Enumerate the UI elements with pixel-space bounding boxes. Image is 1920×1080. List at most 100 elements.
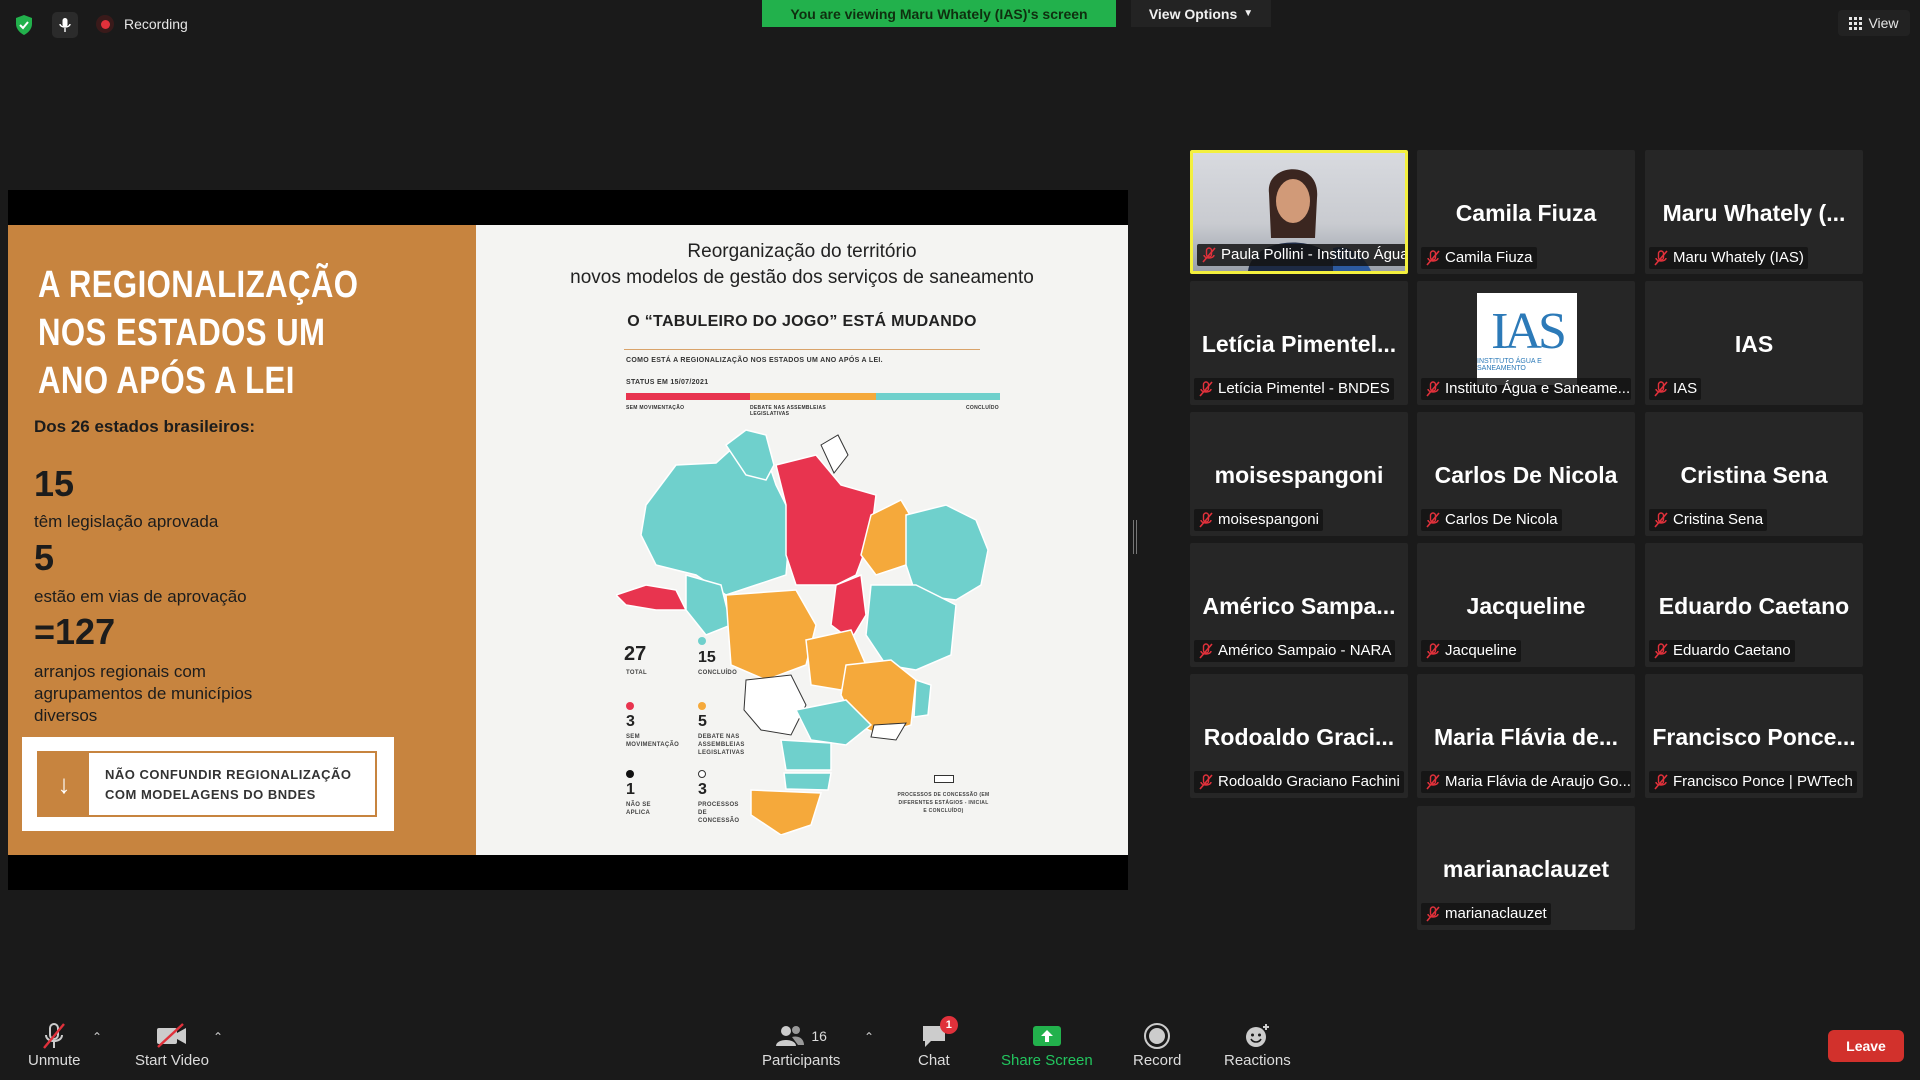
participant-name: Camila Fiuza xyxy=(1445,249,1533,266)
share-screen-button[interactable]: Share Screen xyxy=(1001,1020,1093,1069)
map-region-rio-de-janeiro xyxy=(870,722,907,741)
participant-display-name: marianaclauzet xyxy=(1442,856,1610,882)
map-region-mato-grosso xyxy=(725,589,817,681)
participant-name-label: Cristina Sena xyxy=(1649,509,1768,531)
legend-caption: PROCESSOS DE CONCESSÃO xyxy=(698,802,740,824)
participant-name-label: Instituto Água e Saneame... xyxy=(1421,378,1631,400)
participant-name: Rodoaldo Graciano Fachini xyxy=(1218,773,1400,790)
chat-button[interactable]: 1 Chat xyxy=(918,1016,958,1069)
record-button[interactable]: Record xyxy=(1133,1020,1181,1069)
view-layout-button[interactable]: View xyxy=(1838,10,1910,36)
audio-options-caret-icon[interactable]: ⌃ xyxy=(92,1030,102,1044)
participant-tile[interactable]: Camila Fiuza Camila Fiuza xyxy=(1417,150,1635,274)
map-region-bahia xyxy=(865,584,957,671)
participant-tile[interactable]: Paula Pollini - Instituto Água ... xyxy=(1190,150,1408,274)
stat-text: têm legislação aprovada xyxy=(34,512,219,531)
callout-text: NÃO CONFUNDIR REGIONALIZAÇÃO COM MODELAG… xyxy=(89,753,352,815)
record-icon xyxy=(1143,1020,1171,1052)
participants-caret-icon[interactable]: ⌃ xyxy=(864,1030,874,1044)
participant-display-name: Eduardo Caetano xyxy=(1658,593,1850,619)
presentation-slide: A REGIONALIZAÇÃO NOS ESTADOS UM ANO APÓS… xyxy=(8,225,1128,855)
emoji-smile-icon xyxy=(1243,1020,1271,1052)
slide-left-panel: A REGIONALIZAÇÃO NOS ESTADOS UM ANO APÓS… xyxy=(8,225,476,855)
top-bar: Recording You are viewing Maru Whately (… xyxy=(0,0,1920,48)
unmute-button[interactable]: Unmute xyxy=(28,1020,81,1069)
participant-tile[interactable]: Rodoaldo Graci... Rodoaldo Graciano Fachi… xyxy=(1190,674,1408,798)
participant-name-label: Paula Pollini - Instituto Água ... xyxy=(1197,244,1405,266)
concession-marker-icon xyxy=(934,775,954,783)
participant-name-label: Américo Sampaio - NARA xyxy=(1194,640,1396,662)
participant-name-label: Letícia Pimentel - BNDES xyxy=(1194,378,1394,400)
participant-tile[interactable]: Maru Whately (... Maru Whately (IAS) xyxy=(1645,150,1863,274)
participant-display-name: Rodoaldo Graci... xyxy=(1203,724,1395,750)
share-screen-label: Share Screen xyxy=(1001,1052,1093,1069)
participant-tile[interactable]: IAS IAS xyxy=(1645,281,1863,405)
grid-icon xyxy=(1849,16,1863,30)
participant-display-name: Carlos De Nicola xyxy=(1434,462,1618,488)
legend-caption: NÃO SE APLICA xyxy=(626,802,651,816)
stat-number: 5 xyxy=(34,537,55,578)
view-options-button[interactable]: View Options ▼ xyxy=(1131,0,1271,27)
microphone-muted-icon xyxy=(1199,774,1213,790)
microphone-icon[interactable] xyxy=(52,12,78,38)
arrow-down-icon: ↓ xyxy=(39,753,89,815)
ias-logo: IAS INSTITUTO ÁGUA E SANEAMENTO xyxy=(1477,293,1577,385)
participant-tile[interactable]: IAS INSTITUTO ÁGUA E SANEAMENTO Instituto … xyxy=(1417,281,1635,405)
record-label: Record xyxy=(1133,1052,1182,1069)
participant-tile[interactable]: Maria Flávia de... Maria Flávia de Araujo… xyxy=(1417,674,1635,798)
share-screen-icon xyxy=(1032,1020,1062,1052)
microphone-muted-icon xyxy=(40,1020,68,1052)
participant-tile[interactable]: Eduardo Caetano Eduardo Caetano xyxy=(1645,543,1863,667)
legend-dot-teal xyxy=(698,637,706,645)
map-region-acre xyxy=(616,584,688,611)
map-region-mato-grosso-do-sul xyxy=(743,674,807,736)
participant-tile[interactable]: Francisco Ponce... Francisco Ponce | PWTe… xyxy=(1645,674,1863,798)
participants-button[interactable]: 16 Participants xyxy=(762,1020,840,1069)
callout-inner: ↓ NÃO CONFUNDIR REGIONALIZAÇÃO COM MODEL… xyxy=(37,751,377,817)
view-options-label: View Options xyxy=(1148,5,1238,22)
callout-box: ↓ NÃO CONFUNDIR REGIONALIZAÇÃO COM MODEL… xyxy=(22,737,394,831)
stat-text: estão em vias de aprovação xyxy=(34,587,247,606)
participant-name-label: IAS xyxy=(1649,378,1702,400)
shared-screen[interactable]: A REGIONALIZAÇÃO NOS ESTADOS UM ANO APÓS… xyxy=(8,190,1128,890)
leave-button[interactable]: Leave xyxy=(1828,1030,1904,1062)
participant-display-name: Letícia Pimentel... xyxy=(1201,331,1397,357)
status-date: STATUS EM 15/07/2021 xyxy=(626,379,709,386)
participant-display-name: IAS xyxy=(1734,331,1774,357)
map-region-parana xyxy=(780,739,832,771)
microphone-muted-icon xyxy=(1654,512,1668,528)
participant-tile[interactable]: Letícia Pimentel... Letícia Pimentel - BN… xyxy=(1190,281,1408,405)
ias-logo-caption: INSTITUTO ÁGUA E SANEAMENTO xyxy=(1477,358,1542,372)
microphone-muted-icon xyxy=(1199,643,1213,659)
map-region-rio-grande-do-sul xyxy=(750,789,823,835)
participant-display-name: moisespangoni xyxy=(1214,462,1384,488)
video-options-caret-icon[interactable]: ⌃ xyxy=(213,1030,223,1044)
recording-indicator-icon xyxy=(96,15,114,33)
participant-name-label: marianaclauzet xyxy=(1421,903,1551,925)
participant-tile[interactable]: Jacqueline Jacqueline xyxy=(1417,543,1635,667)
start-video-label: Start Video xyxy=(135,1052,209,1069)
participant-name: Letícia Pimentel - BNDES xyxy=(1218,380,1390,397)
legend-dot-red xyxy=(626,702,634,710)
microphone-muted-icon xyxy=(1199,381,1213,397)
legend-caption: CONCLUÍDO xyxy=(698,670,738,676)
microphone-muted-icon xyxy=(1426,250,1440,266)
chat-icon: 1 xyxy=(920,1016,958,1052)
participant-tile[interactable]: moisespangoni moisespangoni xyxy=(1190,412,1408,536)
participant-tile[interactable]: Cristina Sena Cristina Sena xyxy=(1645,412,1863,536)
microphone-muted-icon xyxy=(1426,774,1440,790)
reactions-button[interactable]: Reactions xyxy=(1224,1020,1291,1069)
participant-tile[interactable]: marianaclauzet marianaclauzet xyxy=(1417,806,1635,930)
start-video-button[interactable]: Start Video xyxy=(135,1020,209,1069)
participant-tile[interactable]: Américo Sampa... Américo Sampaio - NARA xyxy=(1190,543,1408,667)
status-bar-red xyxy=(626,393,750,400)
slide-right-subtitle: novos modelos de gestão dos serviços de … xyxy=(570,267,1034,288)
shield-icon[interactable] xyxy=(14,14,34,36)
split-resize-handle[interactable] xyxy=(1133,520,1137,554)
view-label: View xyxy=(1868,15,1899,31)
bar-label: DEBATE NAS ASSEMBLEIAS LEGISLATIVAS xyxy=(750,405,827,417)
legend-dot-orange xyxy=(698,702,706,710)
participant-display-name: Cristina Sena xyxy=(1680,462,1828,488)
participant-tile[interactable]: Carlos De Nicola Carlos De Nicola xyxy=(1417,412,1635,536)
viewing-screen-banner: You are viewing Maru Whately (IAS)'s scr… xyxy=(762,0,1116,27)
